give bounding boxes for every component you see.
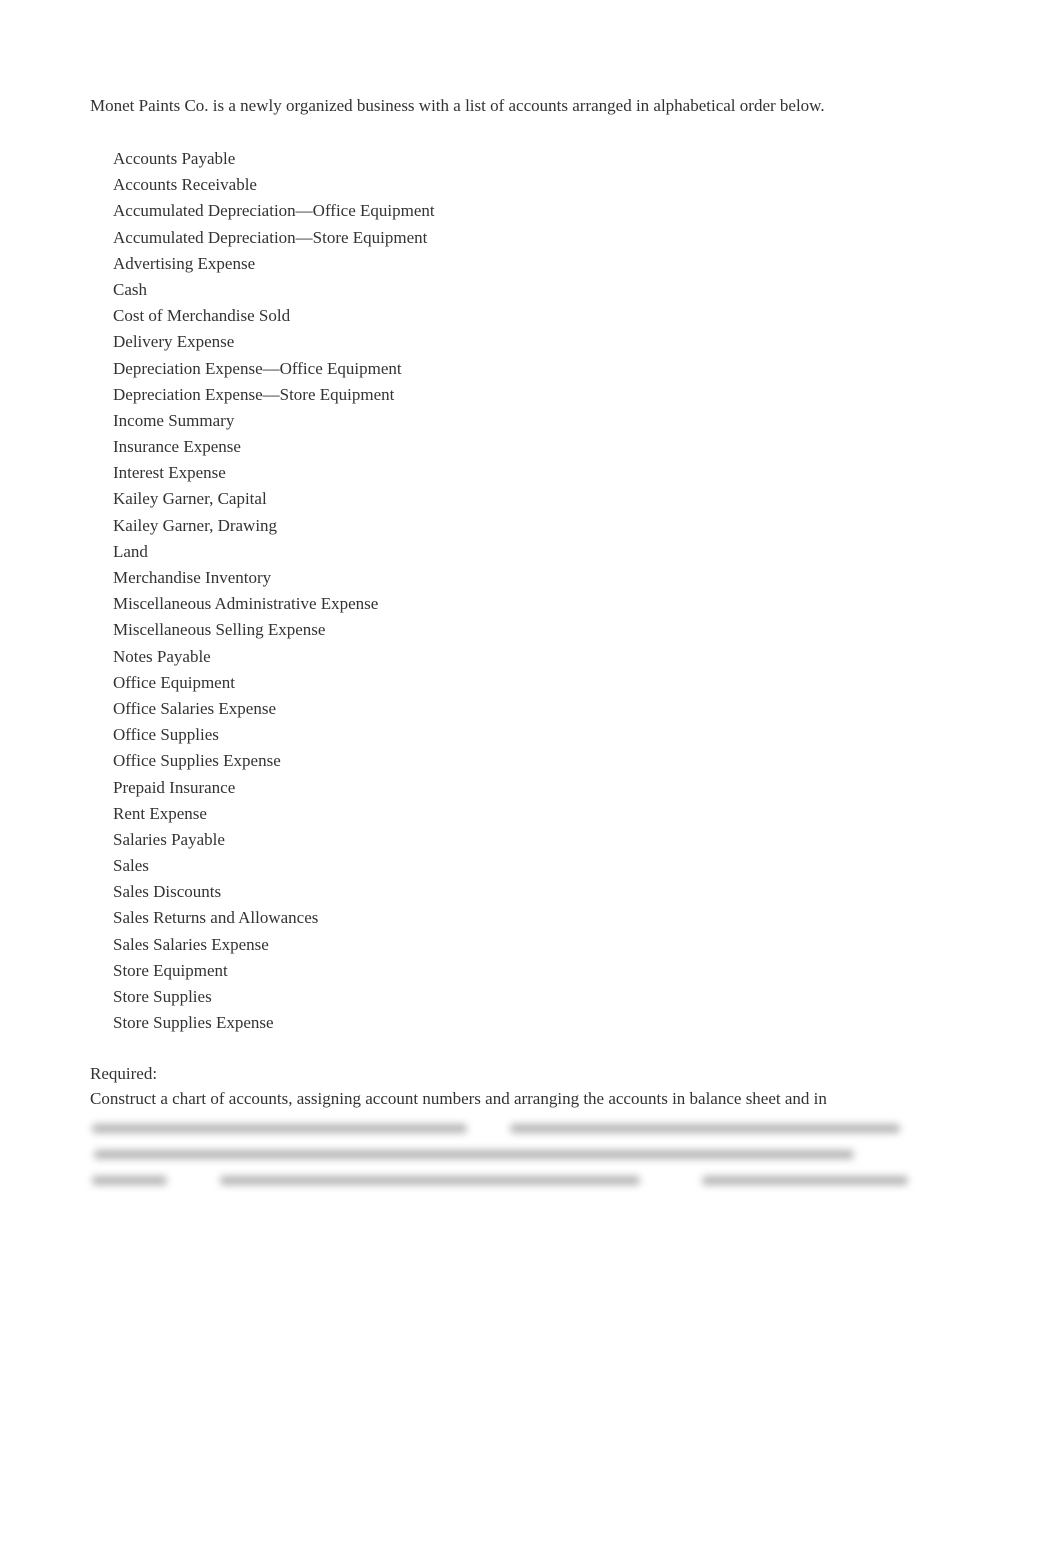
account-item: Accounts Payable <box>113 149 236 168</box>
required-heading: Required: <box>90 1064 158 1084</box>
account-item: Accounts Receivable <box>113 175 257 195</box>
instruction-text: Construct a chart of accounts, assigning… <box>90 1089 827 1109</box>
account-item: Sales Returns and Allowances <box>113 908 319 928</box>
account-item: Cost of Merchandise Sold <box>113 306 291 326</box>
account-item: Depreciation Expense—Store Equipment <box>113 384 395 404</box>
account-item: Prepaid Insurance <box>113 777 236 797</box>
account-item: Notes Payable <box>113 646 211 666</box>
account-item: Miscellaneous Administrative Expense <box>113 594 379 614</box>
account-item: Salaries Payable <box>113 829 225 849</box>
account-item: Store Supplies Expense <box>113 1013 274 1033</box>
blurred-line <box>90 1141 970 1167</box>
account-item: Office Salaries Expense <box>113 698 277 718</box>
account-item: Advertising Expense <box>113 253 256 273</box>
account-item: Kailey Garner, Drawing <box>113 515 278 535</box>
account-item: Cash <box>113 279 147 299</box>
account-item: Merchandise Inventory <box>113 568 272 587</box>
account-item: Sales Discounts <box>113 882 222 902</box>
account-item: Delivery Expense <box>113 332 235 352</box>
intro-paragraph: Monet Paints Co. is a newly organized bu… <box>90 96 825 115</box>
account-item: Miscellaneous Selling Expense <box>113 620 326 640</box>
account-item: Rent Expense <box>113 803 207 823</box>
account-item: Interest Expense <box>113 463 226 483</box>
blurred-line <box>90 1167 970 1193</box>
account-item: Accumulated Depreciation—Office Equipmen… <box>113 201 435 221</box>
account-item: Office Supplies Expense <box>113 751 281 771</box>
account-item: Store Supplies <box>113 987 212 1006</box>
account-item: Insurance Expense <box>113 437 241 457</box>
account-item: Depreciation Expense—Office Equipment <box>113 358 402 378</box>
account-item: Income Summary <box>113 410 235 430</box>
account-item: Kailey Garner, Capital <box>113 489 267 509</box>
account-item: Land <box>113 541 148 561</box>
blurred-text-region <box>90 1115 970 1193</box>
account-list: Accounts Payable Accounts Receivable Acc… <box>113 146 970 1036</box>
account-item: Office Equipment <box>113 672 235 692</box>
account-item: Accumulated Depreciation—Store Equipment <box>113 227 428 247</box>
account-item: Store Equipment <box>113 960 228 980</box>
document-page: Monet Paints Co. is a newly organized bu… <box>90 94 970 1193</box>
account-item: Sales Salaries Expense <box>113 934 269 954</box>
account-item: Sales <box>113 856 149 876</box>
account-item: Office Supplies <box>113 725 219 745</box>
blurred-line <box>90 1115 970 1141</box>
